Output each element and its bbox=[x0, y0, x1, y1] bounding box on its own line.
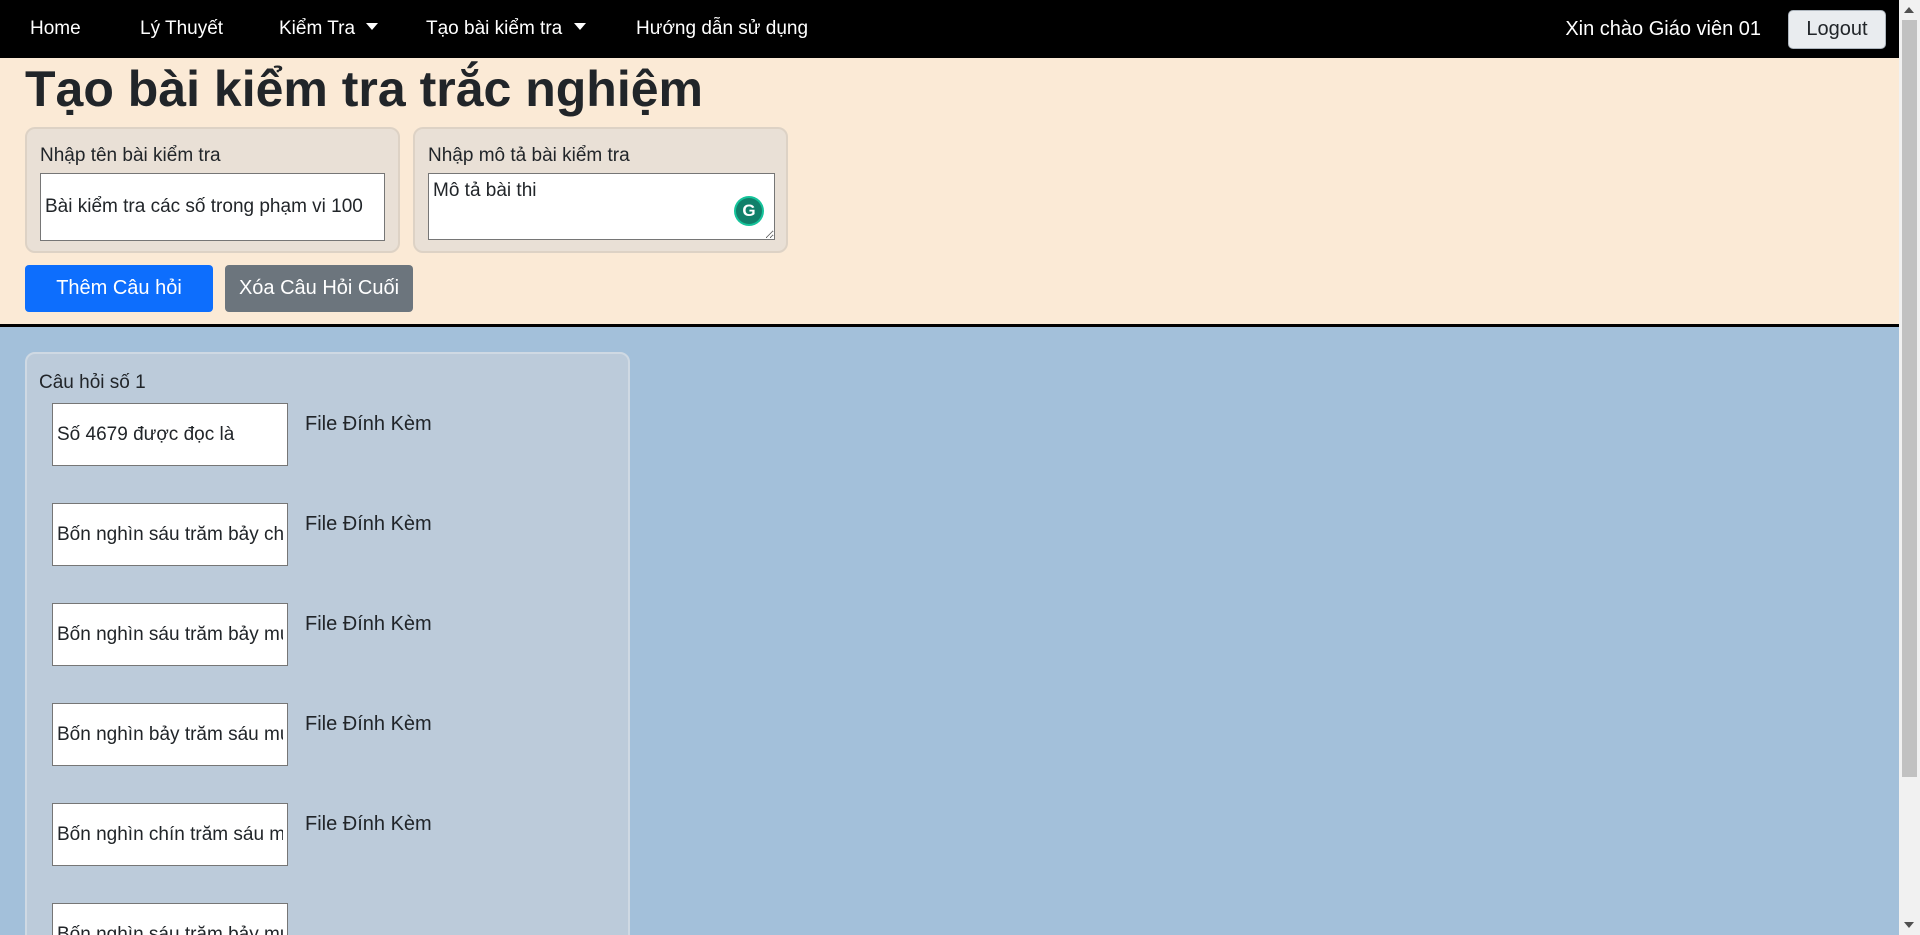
caret-down-icon bbox=[573, 23, 586, 31]
answer-row: File Đính Kèm bbox=[52, 803, 612, 867]
file-attachment-label[interactable]: File Đính Kèm bbox=[305, 713, 432, 736]
answer-input[interactable] bbox=[52, 703, 288, 766]
add-question-button[interactable]: Thêm Câu hỏi bbox=[25, 265, 213, 312]
page-title: Tạo bài kiểm tra trắc nghiệm bbox=[25, 61, 703, 117]
file-attachment-label[interactable]: File Đính Kèm bbox=[305, 513, 432, 536]
answer-row: File Đính Kèm bbox=[52, 603, 612, 667]
nav-item-label: Lý Thuyết bbox=[140, 18, 224, 39]
question-text-input[interactable] bbox=[52, 403, 288, 466]
question-number-label: Câu hỏi số 1 bbox=[39, 372, 146, 393]
file-attachment-label[interactable]: File Đính Kèm bbox=[305, 413, 432, 436]
answer-input[interactable] bbox=[52, 803, 288, 866]
test-description-textarea[interactable]: Mô tả bài thi bbox=[428, 173, 775, 240]
nav-item-label: Hướng dẫn sử dụng bbox=[636, 18, 809, 39]
answer-input[interactable] bbox=[52, 903, 288, 935]
delete-last-question-button[interactable]: Xóa Câu Hỏi Cuối bbox=[225, 265, 413, 312]
test-name-input[interactable] bbox=[40, 173, 385, 241]
grammarly-icon[interactable]: G bbox=[734, 196, 764, 226]
question-card: Câu hỏi số 1 File Đính Kèm File Đính Kèm… bbox=[25, 352, 630, 935]
answer-input[interactable] bbox=[52, 603, 288, 666]
page: Home Lý Thuyết Kiểm Tra Tạo bài kiểm tra… bbox=[0, 0, 1920, 935]
caret-down-icon bbox=[366, 23, 379, 31]
answer-input[interactable] bbox=[52, 503, 288, 566]
logout-button[interactable]: Logout bbox=[1788, 10, 1886, 49]
nav-item-label: Kiểm Tra bbox=[279, 18, 356, 39]
create-test-header: Tạo bài kiểm tra trắc nghiệm Nhập tên bà… bbox=[0, 58, 1899, 327]
nav-item-huong-dan[interactable]: Hướng dẫn sử dụng bbox=[636, 0, 808, 58]
top-navbar: Home Lý Thuyết Kiểm Tra Tạo bài kiểm tra… bbox=[0, 0, 1899, 58]
question-text-row: File Đính Kèm bbox=[52, 403, 612, 467]
test-description-card: Nhập mô tả bài kiểm tra Mô tả bài thi G bbox=[413, 127, 788, 253]
test-description-label: Nhập mô tả bài kiểm tra bbox=[428, 145, 630, 166]
user-greeting: Xin chào Giáo viên 01 bbox=[1565, 18, 1761, 40]
nav-item-label: Tạo bài kiểm tra bbox=[426, 18, 563, 39]
scrollbar-thumb[interactable] bbox=[1902, 20, 1917, 777]
file-attachment-label[interactable]: File Đính Kèm bbox=[305, 813, 432, 836]
page-scrollbar[interactable] bbox=[1899, 0, 1920, 935]
answer-row bbox=[52, 903, 612, 935]
answer-row: File Đính Kèm bbox=[52, 503, 612, 567]
grammarly-letter: G bbox=[736, 198, 762, 224]
answer-row: File Đính Kèm bbox=[52, 703, 612, 767]
nav-item-kiem-tra[interactable]: Kiểm Tra bbox=[279, 0, 379, 58]
file-attachment-label[interactable]: File Đính Kèm bbox=[305, 613, 432, 636]
scroll-down-icon[interactable] bbox=[1904, 922, 1914, 928]
nav-item-ly-thuyet[interactable]: Lý Thuyết bbox=[140, 0, 223, 58]
nav-item-label: Home bbox=[30, 18, 81, 39]
test-name-card: Nhập tên bài kiểm tra bbox=[25, 127, 400, 253]
scroll-up-icon[interactable] bbox=[1904, 7, 1914, 13]
nav-item-home[interactable]: Home bbox=[30, 0, 81, 58]
test-name-label: Nhập tên bài kiểm tra bbox=[40, 145, 221, 166]
nav-item-tao-bai-kiem-tra[interactable]: Tạo bài kiểm tra bbox=[426, 0, 586, 58]
